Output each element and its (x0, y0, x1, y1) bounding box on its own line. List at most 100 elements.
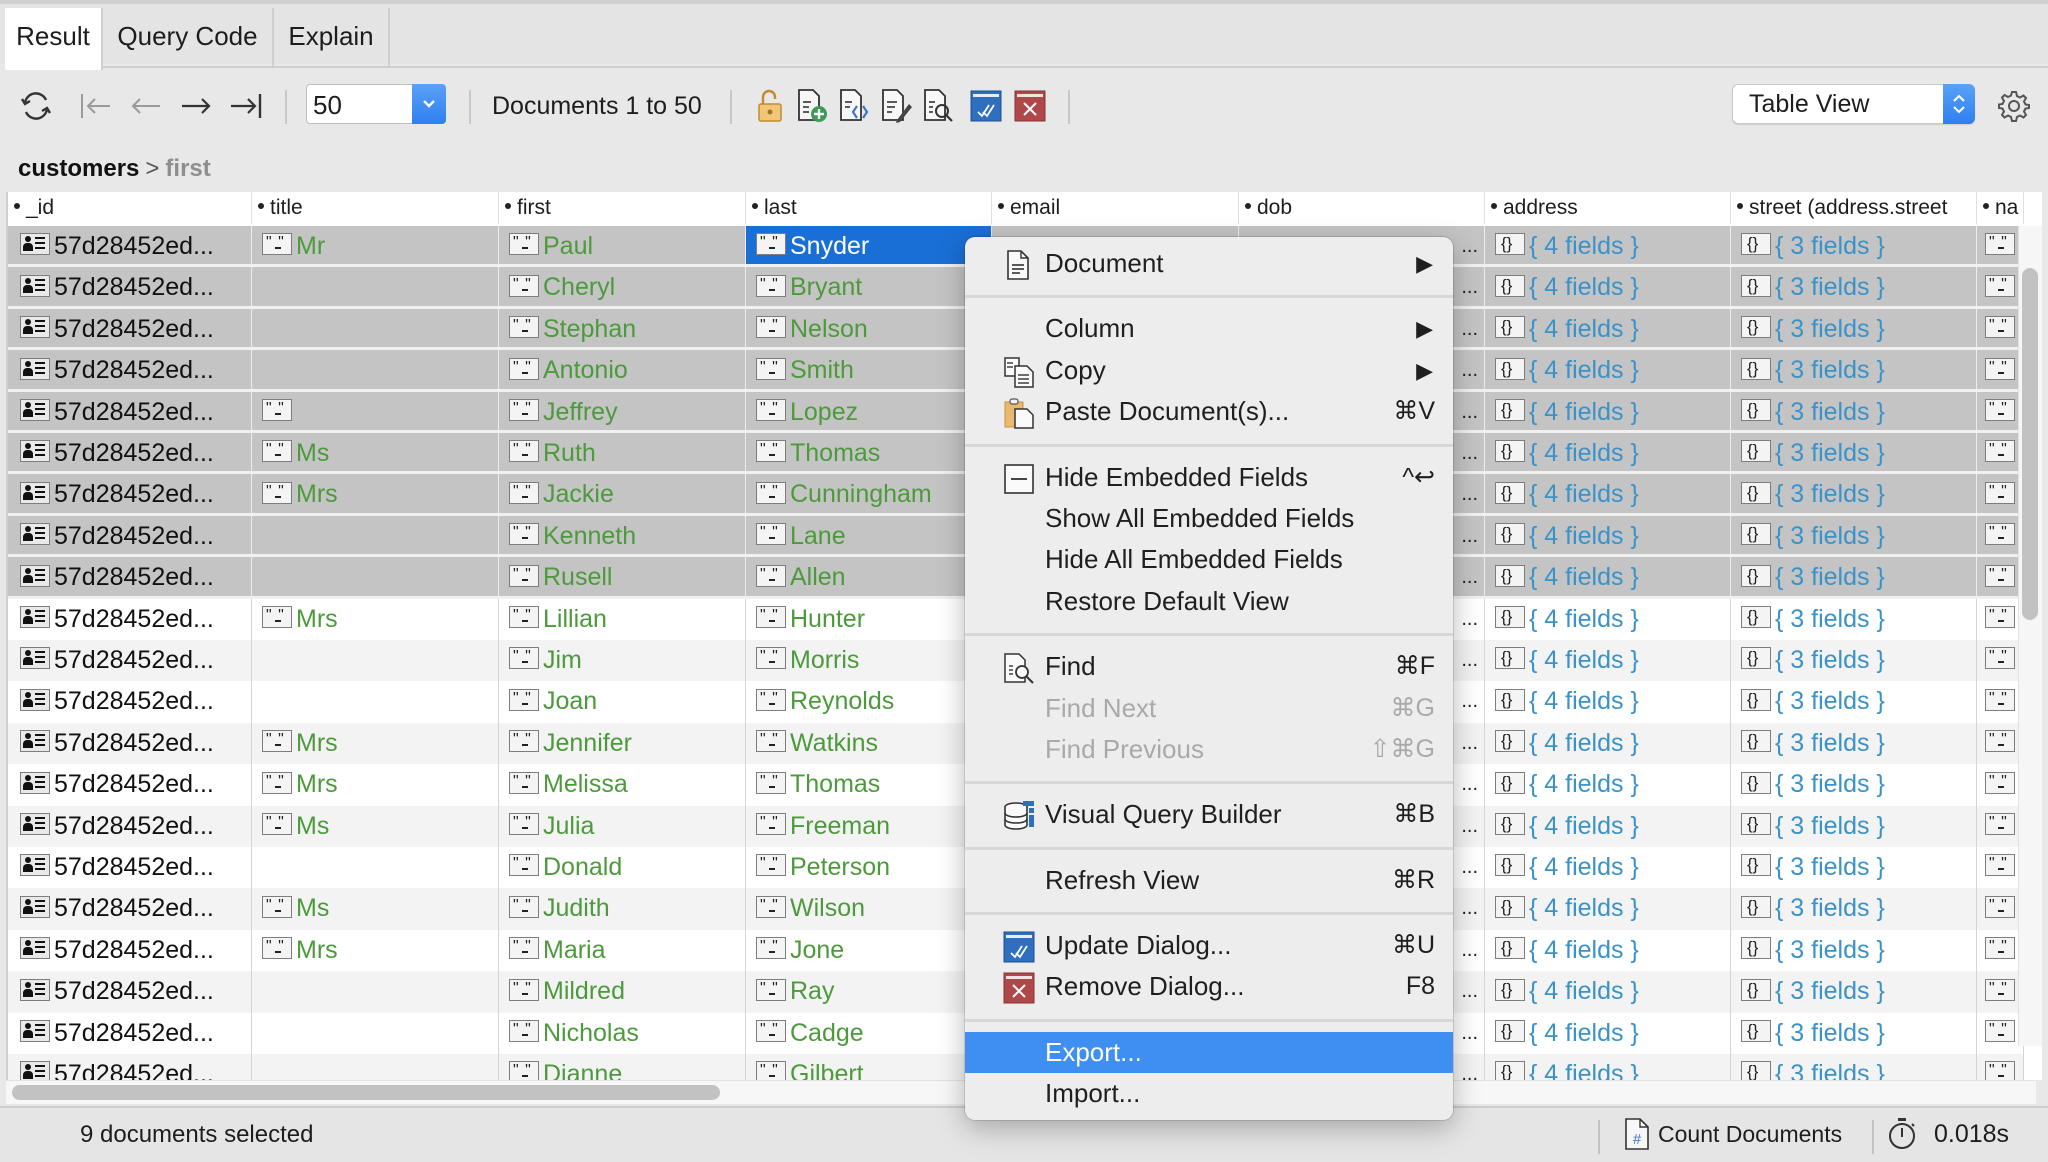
cell-title[interactable]: Ms (252, 433, 499, 472)
column-header-id[interactable]: _id (8, 192, 252, 224)
cell-address[interactable]: { 4 fields } (1485, 929, 1731, 972)
cell-name[interactable] (1977, 474, 2024, 513)
menu-item-remove-dialog[interactable]: Remove Dialog... F8 (965, 966, 1453, 1007)
menu-item-hide-all-embedded-fields[interactable]: Hide All Embedded Fields (965, 539, 1453, 580)
cell-street[interactable]: { 3 fields } (1731, 764, 1977, 806)
cell-title[interactable] (252, 681, 499, 723)
cell-street[interactable]: { 3 fields } (1731, 433, 1977, 472)
lock-open-icon[interactable] (750, 86, 790, 126)
update-dialog-icon[interactable] (966, 86, 1006, 126)
add-document-icon[interactable] (792, 86, 832, 126)
cell-id[interactable]: 57d28452ed... (8, 681, 252, 723)
cell-title[interactable] (252, 971, 499, 1013)
cell-id[interactable]: 57d28452ed... (8, 888, 252, 930)
cell-name[interactable] (1977, 350, 2024, 389)
cell-last[interactable]: Hunter (746, 598, 992, 640)
cell-title[interactable]: Mrs (252, 474, 499, 513)
cell-first[interactable]: Julia (499, 805, 746, 847)
column-header-name[interactable]: na (1977, 192, 2024, 224)
cell-id[interactable]: 57d28452ed... (8, 391, 252, 430)
cell-first[interactable]: Lillian (499, 598, 746, 640)
cell-name[interactable] (1977, 308, 2024, 348)
cell-id[interactable]: 57d28452ed... (8, 267, 252, 306)
menu-item-paste-document-s[interactable]: Paste Document(s)... ⌘V (965, 391, 1453, 432)
cell-title[interactable] (252, 1012, 499, 1054)
cell-street[interactable]: { 3 fields } (1731, 640, 1977, 682)
cell-name[interactable] (1977, 598, 2024, 640)
cell-title[interactable] (252, 350, 499, 389)
menu-item-import[interactable]: Import... (965, 1073, 1453, 1114)
cell-street[interactable]: { 3 fields } (1731, 350, 1977, 389)
cell-street[interactable]: { 3 fields } (1731, 1054, 1977, 1080)
page-size-combo[interactable]: 50 (306, 84, 446, 124)
cell-street[interactable]: { 3 fields } (1731, 474, 1977, 513)
cell-first[interactable]: Judith (499, 888, 746, 930)
cell-last[interactable]: Thomas (746, 764, 992, 806)
cell-address[interactable]: { 4 fields } (1485, 722, 1731, 765)
cell-street[interactable]: { 3 fields } (1731, 888, 1977, 930)
cell-street[interactable]: { 3 fields } (1731, 557, 1977, 596)
menu-item-restore-default-view[interactable]: Restore Default View (965, 581, 1453, 622)
cell-last[interactable]: Thomas (746, 433, 992, 472)
cell-address[interactable]: { 4 fields } (1485, 805, 1731, 847)
column-header-last[interactable]: last (746, 192, 992, 224)
cell-id[interactable]: 57d28452ed... (8, 515, 252, 555)
cell-title[interactable] (252, 557, 499, 596)
cell-first[interactable]: Rusell (499, 557, 746, 596)
edit-document-icon[interactable] (876, 86, 916, 126)
cell-id[interactable]: 57d28452ed... (8, 805, 252, 847)
cell-address[interactable]: { 4 fields } (1485, 640, 1731, 682)
previous-page-icon[interactable] (126, 86, 166, 126)
cell-id[interactable]: 57d28452ed... (8, 722, 252, 765)
cell-first[interactable]: Dianne (499, 1054, 746, 1080)
column-header-email[interactable]: email (992, 192, 1239, 224)
cell-last[interactable]: Freeman (746, 805, 992, 847)
menu-item-find[interactable]: Find ⌘F (965, 646, 1453, 687)
select-stepper-icon[interactable] (1943, 84, 1975, 124)
cell-first[interactable]: Jackie (499, 474, 746, 513)
cell-name[interactable] (1977, 764, 2024, 806)
cell-id[interactable]: 57d28452ed... (8, 1054, 252, 1080)
cell-name[interactable] (1977, 805, 2024, 847)
cell-address[interactable]: { 4 fields } (1485, 681, 1731, 723)
tab-query-code[interactable]: Query Code (103, 8, 274, 66)
cell-title[interactable]: Mrs (252, 764, 499, 806)
cell-first[interactable]: Ruth (499, 433, 746, 472)
cell-last[interactable]: Cadge (746, 1012, 992, 1054)
first-page-icon[interactable] (76, 86, 116, 126)
cell-address[interactable]: { 4 fields } (1485, 764, 1731, 806)
cell-title[interactable]: Mrs (252, 598, 499, 640)
column-header-street[interactable]: street (address.street (1731, 192, 1977, 224)
cell-last[interactable]: Ray (746, 971, 992, 1013)
cell-first[interactable]: Melissa (499, 764, 746, 806)
horizontal-scrollbar-thumb[interactable] (12, 1085, 720, 1100)
find-document-icon[interactable] (918, 86, 958, 126)
cell-title[interactable] (252, 391, 499, 430)
cell-address[interactable]: { 4 fields } (1485, 847, 1731, 889)
menu-item-find-previous[interactable]: Find Previous ⇧⌘G (965, 729, 1453, 770)
cell-first[interactable]: Kenneth (499, 515, 746, 555)
cell-first[interactable]: Cheryl (499, 267, 746, 306)
view-json-icon[interactable] (834, 86, 874, 126)
column-header-address[interactable]: address (1485, 192, 1731, 224)
cell-name[interactable] (1977, 267, 2024, 306)
cell-first[interactable]: Antonio (499, 350, 746, 389)
cell-address[interactable]: { 4 fields } (1485, 474, 1731, 513)
cell-name[interactable] (1977, 557, 2024, 596)
cell-address[interactable]: { 4 fields } (1485, 888, 1731, 930)
menu-item-visual-query-builder[interactable]: Visual Query Builder ⌘B (965, 794, 1453, 835)
menu-item-show-all-embedded-fields[interactable]: Show All Embedded Fields (965, 498, 1453, 539)
cell-street[interactable]: { 3 fields } (1731, 267, 1977, 306)
cell-street[interactable]: { 3 fields } (1731, 598, 1977, 640)
cell-name[interactable] (1977, 515, 2024, 555)
cell-street[interactable]: { 3 fields } (1731, 681, 1977, 723)
cell-name[interactable] (1977, 888, 2024, 930)
cell-title[interactable] (252, 640, 499, 682)
cell-name[interactable] (1977, 929, 2024, 972)
cell-last[interactable]: Wilson (746, 888, 992, 930)
cell-first[interactable]: Mildred (499, 971, 746, 1013)
cell-street[interactable]: { 3 fields } (1731, 515, 1977, 555)
cell-address[interactable]: { 4 fields } (1485, 433, 1731, 472)
cell-street[interactable]: { 3 fields } (1731, 226, 1977, 265)
breadcrumb-collection[interactable]: customers (18, 155, 139, 182)
